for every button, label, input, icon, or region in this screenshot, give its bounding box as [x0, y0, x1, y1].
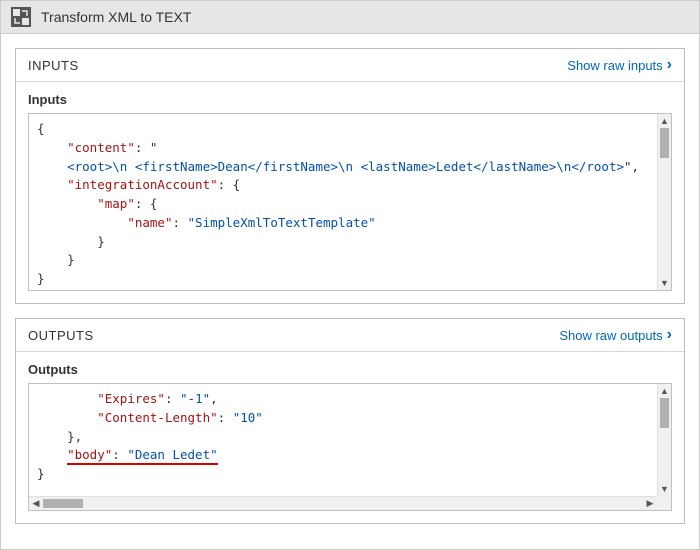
outputs-panel-body: Outputs "Expires": "-1", "Content-Length…	[16, 352, 684, 523]
inputs-vertical-scrollbar[interactable]: ▲ ▼	[657, 114, 671, 290]
inputs-code: { "content": " <root>\n <firstName>Dean<…	[29, 114, 657, 290]
scroll-thumb[interactable]	[43, 499, 83, 508]
outputs-heading: OUTPUTS	[28, 328, 94, 343]
show-raw-outputs-link[interactable]: Show raw outputs ›	[559, 327, 672, 343]
title-bar: Transform XML to TEXT	[1, 1, 699, 34]
scroll-thumb[interactable]	[660, 128, 669, 158]
outputs-code: "Expires": "-1", "Content-Length": "10" …	[29, 384, 657, 496]
outputs-codebox[interactable]: "Expires": "-1", "Content-Length": "10" …	[28, 383, 672, 511]
outputs-horizontal-scrollbar[interactable]: ◀ ▶	[29, 496, 657, 510]
show-raw-inputs-link[interactable]: Show raw inputs ›	[567, 57, 672, 73]
inputs-panel-body: Inputs { "content": " <root>\n <firstNam…	[16, 82, 684, 303]
outputs-vertical-scrollbar[interactable]: ▲ ▼	[657, 384, 671, 496]
scroll-down-icon[interactable]: ▼	[658, 482, 671, 496]
scroll-down-icon[interactable]: ▼	[658, 276, 671, 290]
show-raw-inputs-label: Show raw inputs	[567, 58, 662, 73]
scroll-up-icon[interactable]: ▲	[658, 114, 671, 128]
inputs-sub-label: Inputs	[28, 92, 672, 107]
scroll-thumb[interactable]	[660, 398, 669, 428]
scroll-right-icon[interactable]: ▶	[643, 497, 657, 510]
outputs-panel-header: OUTPUTS Show raw outputs ›	[16, 319, 684, 352]
show-raw-outputs-label: Show raw outputs	[559, 328, 662, 343]
chevron-right-icon: ›	[667, 57, 672, 73]
scroll-corner	[657, 496, 671, 510]
inputs-panel-header: INPUTS Show raw inputs ›	[16, 49, 684, 82]
outputs-sub-label: Outputs	[28, 362, 672, 377]
scroll-left-icon[interactable]: ◀	[29, 497, 43, 510]
inputs-heading: INPUTS	[28, 58, 79, 73]
scroll-up-icon[interactable]: ▲	[658, 384, 671, 398]
chevron-right-icon: ›	[667, 327, 672, 343]
window-title: Transform XML to TEXT	[41, 9, 191, 25]
content-area: INPUTS Show raw inputs › Inputs { "conte…	[1, 34, 699, 538]
inputs-codebox[interactable]: { "content": " <root>\n <firstName>Dean<…	[28, 113, 672, 291]
outputs-panel: OUTPUTS Show raw outputs › Outputs "Expi…	[15, 318, 685, 524]
transform-icon	[11, 7, 31, 27]
inputs-panel: INPUTS Show raw inputs › Inputs { "conte…	[15, 48, 685, 304]
